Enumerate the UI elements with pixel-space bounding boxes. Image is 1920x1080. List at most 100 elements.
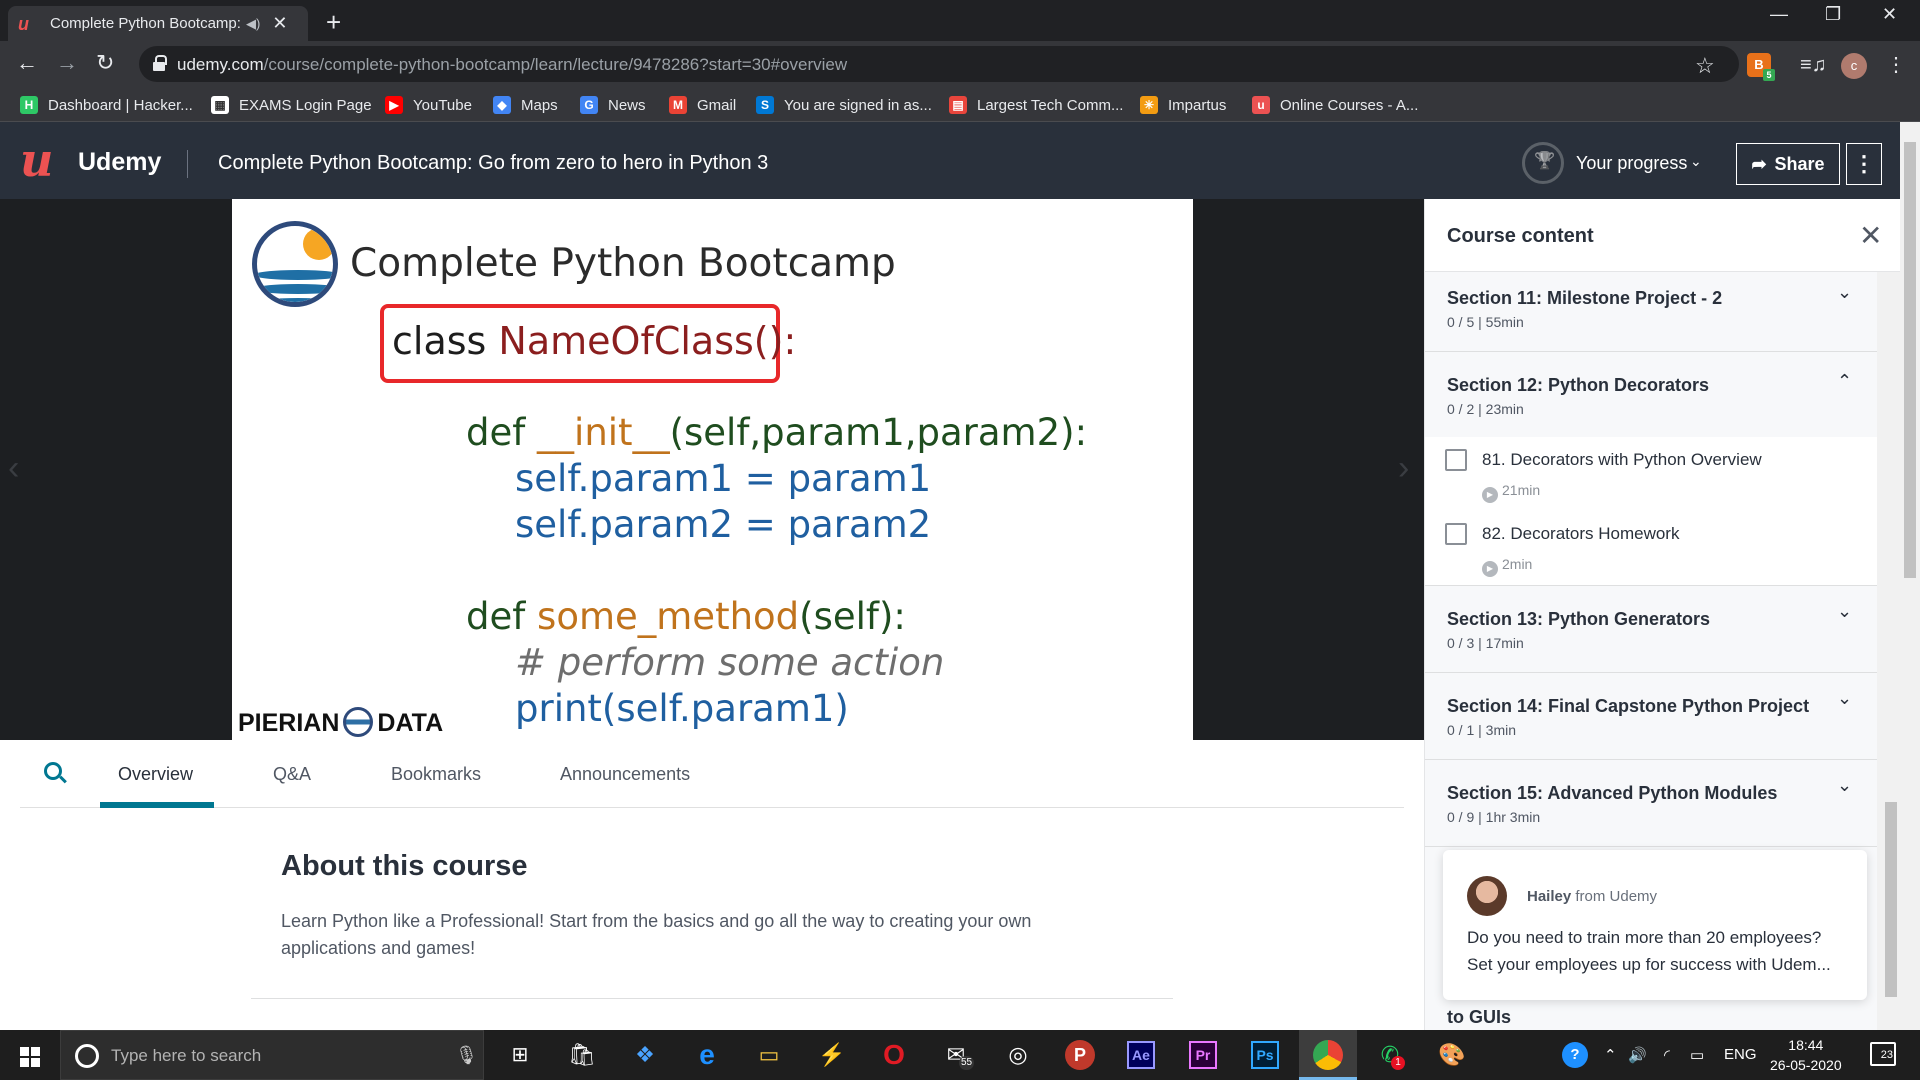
forward-arrow-icon[interactable]: → (56, 50, 78, 76)
lock-icon[interactable] (153, 55, 167, 71)
clock[interactable]: 18:44 26-05-2020 (1770, 1035, 1842, 1075)
sidebar-scrollbar[interactable] (1877, 272, 1900, 1030)
sidebar-scroll-thumb[interactable] (1885, 802, 1897, 997)
after-effects-icon[interactable]: Ae (1127, 1041, 1155, 1069)
audio-playing-icon[interactable]: ◀) (246, 16, 260, 32)
section-title: Section 12: Python Decorators (1447, 375, 1710, 395)
chrome-icon[interactable] (1313, 1040, 1343, 1070)
udemy-logo-icon[interactable]: u (20, 137, 53, 183)
tab-qa[interactable]: Q&A (273, 764, 311, 785)
reload-icon[interactable]: ↻ (96, 50, 114, 76)
tab-title: Complete Python Bootcamp: Go from zero t… (50, 15, 240, 32)
bookmark-item[interactable]: ▦ EXAMS Login Page (211, 96, 372, 114)
page-scroll-thumb[interactable] (1904, 142, 1916, 578)
tab-close-icon[interactable]: ✕ (272, 13, 287, 34)
previous-lecture-arrow-icon[interactable]: ‹ (8, 449, 19, 488)
browser-tab[interactable]: u Complete Python Bootcamp: Go from zero… (8, 6, 308, 41)
opera-icon[interactable]: O (879, 1040, 909, 1070)
premiere-icon[interactable]: Pr (1189, 1041, 1217, 1069)
taskbar-search[interactable]: Type here to search 🎙 (60, 1030, 484, 1080)
hackerrank-icon: H (20, 96, 38, 114)
media-player-icon[interactable]: ◎ (1003, 1040, 1033, 1070)
store-icon[interactable]: 🛍 (567, 1040, 597, 1070)
bookmark-item[interactable]: G News (580, 96, 646, 114)
bookmark-item[interactable]: ▶ YouTube (385, 96, 472, 114)
notification-center-icon[interactable]: 23 (1870, 1042, 1896, 1066)
lecture-item[interactable]: 82. Decorators Homework ▶ 2min (1425, 511, 1877, 586)
microphone-icon[interactable]: 🎙 (455, 1045, 478, 1066)
volume-icon[interactable]: 🔊 (1628, 1046, 1647, 1064)
chat-message[interactable]: Do you need to train more than 20 employ… (1467, 924, 1847, 978)
video-player[interactable]: ‹ › Complete Python Bootcamp class NameO… (0, 199, 1424, 740)
lecture-checkbox[interactable] (1445, 523, 1467, 545)
trophy-icon[interactable] (1522, 142, 1564, 184)
bookmark-label: Impartus (1168, 96, 1227, 114)
bookmark-item[interactable]: ✳ Impartus (1140, 96, 1226, 114)
back-arrow-icon[interactable]: ← (16, 50, 38, 76)
edge-icon[interactable]: e (692, 1040, 722, 1070)
bookmark-item[interactable]: H Dashboard | Hacker... (20, 96, 193, 114)
help-icon[interactable]: ? (1562, 1042, 1588, 1068)
task-view-icon[interactable]: ⊞ (505, 1040, 535, 1070)
tab-overview[interactable]: Overview (118, 764, 193, 785)
tab-bookmarks[interactable]: Bookmarks (391, 764, 481, 785)
search-icon[interactable] (44, 762, 62, 780)
chrome-menu-icon[interactable]: ⋮ (1884, 53, 1908, 77)
bookmark-item[interactable]: ▤ Largest Tech Comm... (949, 96, 1123, 114)
slide-title: Complete Python Bootcamp (350, 241, 896, 286)
udemy-logo-text[interactable]: Udemy (78, 148, 161, 177)
lecture-item[interactable]: 81. Decorators with Python Overview ▶ 21m… (1425, 437, 1877, 511)
section-14[interactable]: Section 14: Final Capstone Python Projec… (1425, 674, 1877, 760)
whatsapp-icon[interactable]: ✆ 1 (1375, 1040, 1405, 1070)
extension-icon[interactable]: 5B (1747, 53, 1775, 81)
lecture-title[interactable]: 81. Decorators with Python Overview (1482, 450, 1762, 470)
file-explorer-icon[interactable]: ▭ (754, 1040, 784, 1070)
bookmark-star-icon[interactable]: ☆ (1695, 53, 1715, 79)
chevron-down-icon[interactable]: ⌄ (1690, 153, 1702, 170)
new-tab-button[interactable]: + (326, 7, 341, 38)
chat-popup[interactable]: Hailey from Udemy Do you need to train m… (1443, 850, 1867, 1000)
media-control-icon[interactable]: ≡♫ (1800, 53, 1827, 77)
browser-toolbar: ← → ↻ udemy.com/course/complete-python-b… (0, 41, 1920, 88)
url-text[interactable]: udemy.com/course/complete-python-bootcam… (177, 55, 847, 75)
address-bar[interactable]: udemy.com/course/complete-python-bootcam… (139, 46, 1739, 82)
bookmark-item[interactable]: S You are signed in as... (756, 96, 932, 114)
paint-icon[interactable]: 🎨 (1437, 1040, 1467, 1070)
cortana-icon (75, 1044, 99, 1068)
bookmark-item[interactable]: u Online Courses - A... (1252, 96, 1418, 114)
progress-dropdown[interactable]: Your progress (1576, 153, 1687, 174)
app-p-icon[interactable]: P (1065, 1040, 1095, 1070)
minimize-icon[interactable]: — (1770, 4, 1788, 25)
battery-icon[interactable]: ▭ (1690, 1046, 1704, 1064)
window-close-icon[interactable]: ✕ (1882, 4, 1897, 25)
bookmark-label: Largest Tech Comm... (977, 96, 1124, 114)
chevron-down-icon: ⌄ (1837, 601, 1853, 621)
lecture-checkbox[interactable] (1445, 449, 1467, 471)
section-15[interactable]: Section 15: Advanced Python Modules 0 / … (1425, 761, 1877, 847)
code-line-param2: self.param2 = param2 (515, 503, 932, 546)
profile-avatar[interactable]: c (1841, 53, 1867, 79)
section-12[interactable]: Section 12: Python Decorators 0 / 2 | 23… (1425, 353, 1877, 437)
dropbox-icon[interactable]: ❖ (630, 1040, 660, 1070)
close-icon[interactable]: ✕ (1859, 219, 1882, 252)
more-options-button[interactable]: ⋮ (1846, 143, 1882, 185)
tray-chevron-up-icon[interactable]: ⌃ (1604, 1046, 1617, 1064)
section-11[interactable]: Section 11: Milestone Project - 2 0 / 5 … (1425, 272, 1877, 352)
windows-start-icon[interactable] (20, 1047, 40, 1067)
bookmark-item[interactable]: ◆ Maps (493, 96, 558, 114)
section-13[interactable]: Section 13: Python Generators 0 / 3 | 17… (1425, 587, 1877, 673)
mail-icon[interactable]: ✉ 55 (941, 1040, 975, 1070)
wifi-icon[interactable]: ◜ (1664, 1046, 1670, 1064)
bookmarks-bar: H Dashboard | Hacker... ▦ EXAMS Login Page ▶… (0, 88, 1920, 122)
photoshop-icon[interactable]: Ps (1251, 1041, 1279, 1069)
share-button[interactable]: ➦ Share (1736, 143, 1840, 185)
chat-sender: Hailey from Udemy (1527, 888, 1658, 905)
bookmark-item[interactable]: M Gmail (669, 96, 736, 114)
tab-announcements[interactable]: Announcements (560, 764, 690, 785)
app-lightning-icon[interactable]: ⚡ (817, 1040, 847, 1070)
page-scrollbar[interactable] (1900, 122, 1920, 1030)
restore-icon[interactable]: ❐ (1825, 4, 1841, 25)
next-lecture-arrow-icon[interactable]: › (1398, 449, 1409, 488)
language-indicator[interactable]: ENG (1724, 1046, 1757, 1063)
lecture-title[interactable]: 82. Decorators Homework (1482, 524, 1679, 544)
